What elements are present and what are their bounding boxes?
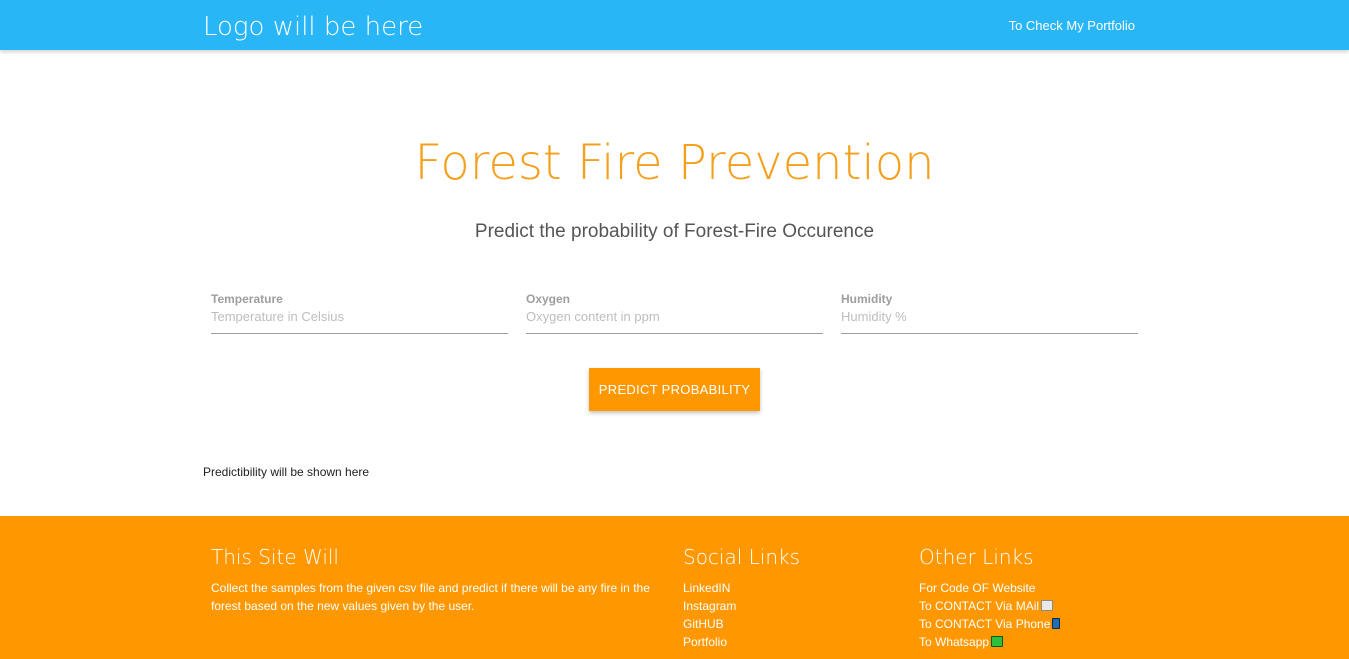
humidity-input[interactable] [841, 307, 1138, 325]
humidity-label: Humidity [841, 292, 893, 306]
portfolio-link[interactable]: To Check My Portfolio [1009, 17, 1135, 35]
whatsapp-link-label: To Whatsapp [919, 635, 990, 649]
contact-phone-link[interactable]: To CONTACT Via Phone [919, 615, 1061, 633]
predict-probability-button[interactable]: PREDICT PROBABILITY [589, 368, 760, 411]
linkedin-link[interactable]: LinkedIN [683, 579, 736, 597]
envelope-icon [1041, 600, 1054, 611]
brand-logo[interactable]: Logo will be here [203, 11, 423, 43]
instagram-link[interactable]: Instagram [683, 597, 736, 615]
footer-about-title: This Site Will [211, 545, 339, 569]
page-subtitle: Predict the probability of Forest-Fire O… [474, 221, 875, 242]
page-title: Forest Fire Prevention [414, 135, 935, 191]
social-links-list: LinkedIN Instagram GitHUB Portfolio [683, 579, 736, 651]
humidity-field: Humidity [841, 288, 1138, 334]
github-link[interactable]: GitHUB [683, 615, 736, 633]
phone-icon [1052, 618, 1061, 629]
oxygen-input[interactable] [526, 307, 823, 325]
footer-about-text: Collect the samples from the given csv f… [211, 581, 650, 613]
portfolio-footer-link[interactable]: Portfolio [683, 633, 736, 651]
phone-link-label: To CONTACT Via Phone [919, 617, 1051, 631]
oxygen-label: Oxygen [526, 292, 571, 306]
temperature-field: Temperature [211, 288, 508, 334]
mail-link-label: To CONTACT Via MAil [919, 599, 1040, 613]
temperature-label: Temperature [211, 292, 283, 306]
code-of-website-link[interactable]: For Code OF Website [919, 579, 1060, 597]
temperature-input[interactable] [211, 307, 508, 325]
prediction-result: Predictibility will be shown here [203, 465, 370, 479]
whatsapp-link[interactable]: To Whatsapp [919, 633, 1060, 651]
other-links-list: For Code OF Website To CONTACT Via MAil … [919, 579, 1061, 651]
footer-other-title: Other Links [919, 545, 1034, 569]
whatsapp-icon [991, 636, 1004, 647]
footer-social-title: Social Links [683, 545, 801, 569]
oxygen-field: Oxygen [526, 288, 823, 334]
footer: This Site Will Collect the samples from … [0, 516, 1349, 659]
code-link-label: For Code OF Website [919, 581, 1036, 595]
contact-mail-link[interactable]: To CONTACT Via MAil [919, 597, 1060, 615]
navbar: Logo will be here To Check My Portfolio [0, 0, 1349, 50]
